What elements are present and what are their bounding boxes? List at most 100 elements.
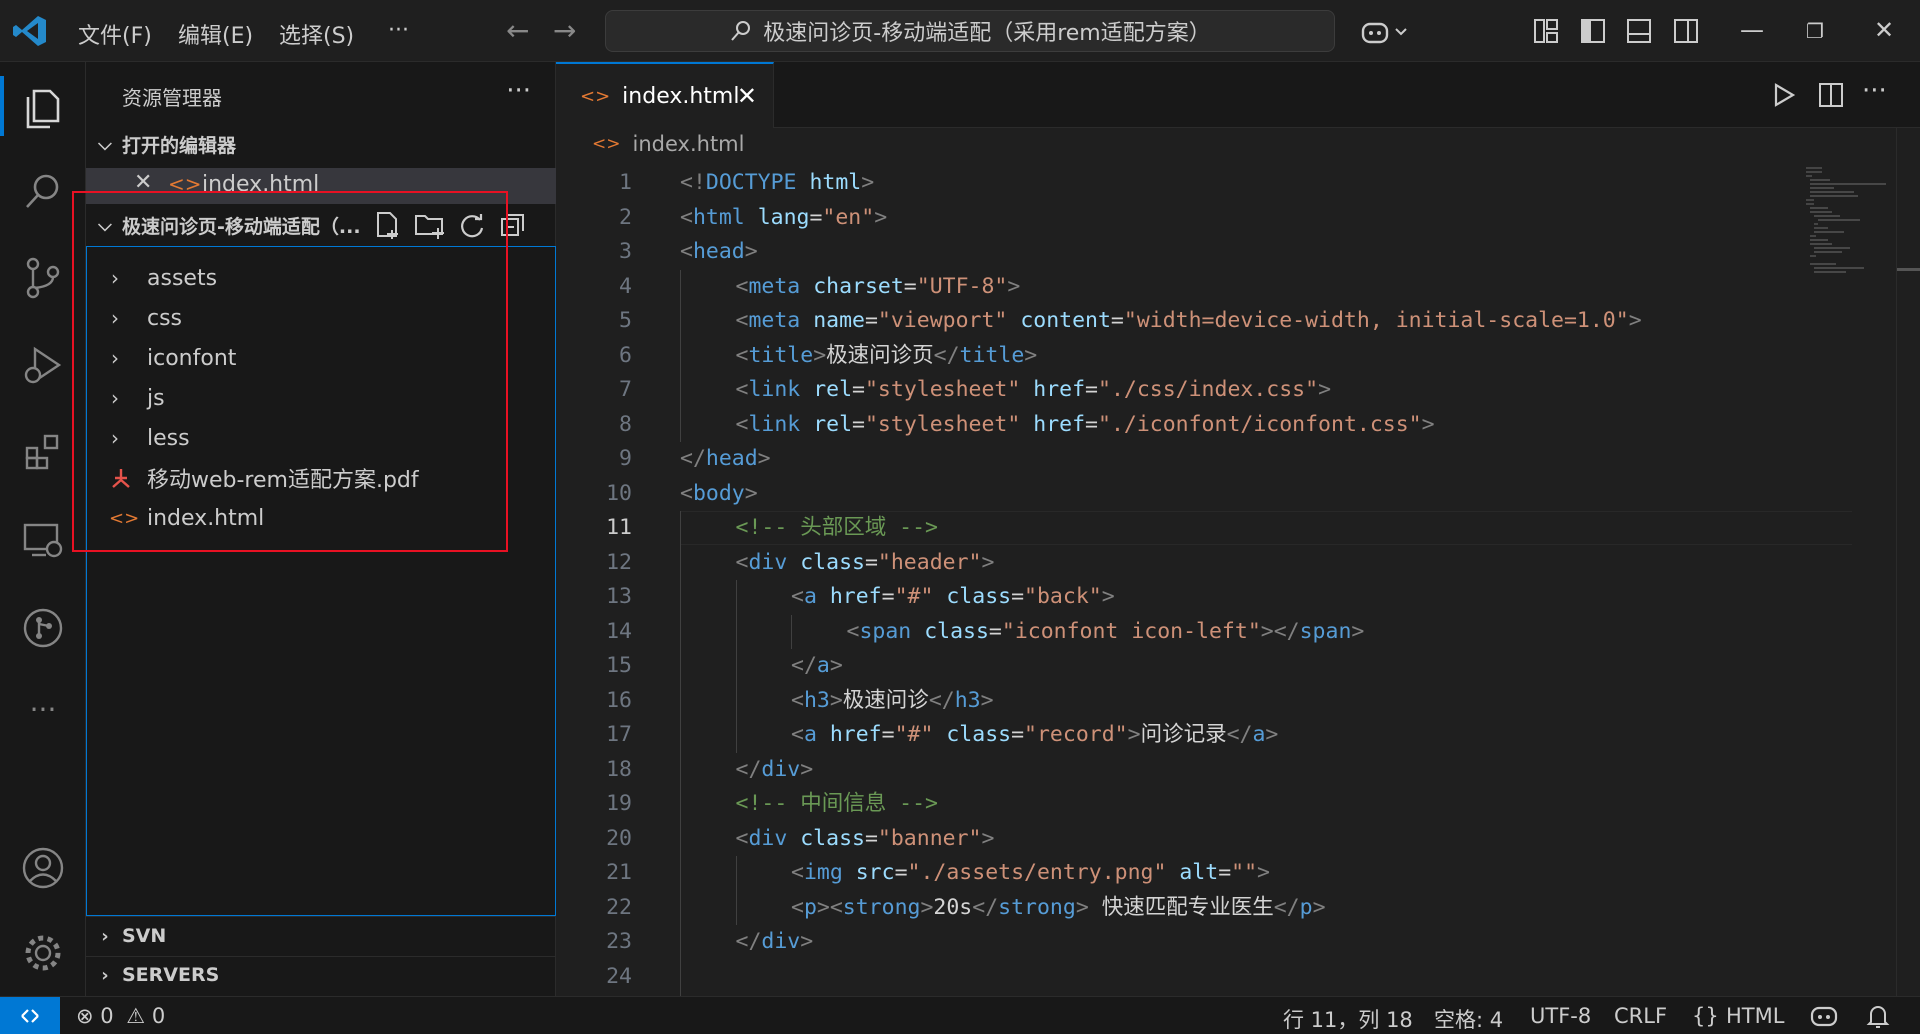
notifications-bell-icon[interactable] (1866, 1003, 1890, 1029)
editor-tabs: <> index.html ✕ ··· (556, 62, 1920, 128)
command-center-search[interactable]: 极速问诊页-移动端适配（采用rem适配方案） (605, 10, 1335, 52)
tree-folder-iconfont[interactable]: › iconfont (87, 339, 555, 377)
tree-folder-css[interactable]: › css (87, 299, 555, 337)
new-file-icon[interactable] (374, 210, 402, 240)
encoding-status[interactable]: UTF-8 (1530, 1004, 1591, 1028)
code-token: rel (813, 377, 853, 402)
code-line[interactable]: 1 <!DOCTYPE html> (556, 166, 1856, 200)
open-editor-item[interactable]: ✕ <> index.html (86, 168, 556, 204)
run-debug-icon[interactable] (18, 340, 68, 390)
code-line[interactable]: 13 <a href="#" class="back"> (556, 580, 1856, 614)
menu-selection[interactable]: 选择(S) (279, 18, 354, 50)
close-editor-icon[interactable]: ✕ (134, 170, 152, 195)
open-editors-header[interactable]: ⌵ 打开的编辑器 (94, 126, 236, 162)
eol-status[interactable]: CRLF (1614, 1004, 1667, 1028)
copilot-status-icon[interactable] (1810, 1005, 1838, 1027)
code-line[interactable]: 6 <title>极速问诊页</title> (556, 339, 1856, 373)
code-token: class (924, 618, 989, 644)
code-line[interactable]: 24 (556, 960, 1856, 994)
code-line[interactable]: 9 </head> (556, 442, 1856, 476)
svn-section-header[interactable]: › SVN (94, 918, 166, 954)
tab-index-html[interactable]: <> index.html ✕ (556, 62, 774, 128)
explorer-icon[interactable] (18, 81, 68, 131)
git-graph-icon[interactable] (18, 603, 68, 653)
toggle-secondary-sidebar-icon[interactable] (1673, 18, 1699, 44)
editor-more-actions-icon[interactable]: ··· (1862, 76, 1887, 106)
code-line[interactable]: 11 <!-- 头部区域 --> (556, 511, 1856, 545)
settings-gear-icon[interactable] (18, 928, 68, 978)
collapse-all-icon[interactable] (500, 212, 526, 238)
minimap[interactable] (1806, 164, 1896, 284)
cursor-position[interactable]: 行 11，列 18 (1283, 1004, 1413, 1034)
menu-edit[interactable]: 编辑(E) (178, 18, 253, 50)
accounts-icon[interactable] (18, 843, 68, 893)
servers-section-header[interactable]: › SERVERS (94, 957, 219, 993)
code-line[interactable]: 18 </div> (556, 753, 1856, 787)
remote-indicator[interactable] (0, 997, 60, 1034)
html-file-icon: <> (109, 507, 140, 529)
sidebar-more-actions-icon[interactable]: ··· (506, 76, 531, 106)
toggle-panel-icon[interactable] (1626, 18, 1652, 44)
code-token: a (1252, 722, 1266, 747)
menu-more[interactable]: ··· (388, 18, 409, 43)
tree-folder-less[interactable]: › less (87, 419, 555, 457)
close-window-button[interactable]: ✕ (1874, 16, 1894, 44)
code-line[interactable]: 8 <link rel="stylesheet" href="./iconfont… (556, 408, 1856, 442)
forward-arrow-icon[interactable]: → (553, 14, 576, 47)
code-token: src (855, 860, 895, 885)
code-line[interactable]: 19 <!-- 中间信息 --> (556, 787, 1856, 821)
code-text: <meta charset="UTF-8"> (736, 270, 1021, 304)
back-arrow-icon[interactable]: ← (506, 14, 529, 47)
minimize-button[interactable]: — (1740, 16, 1764, 44)
tree-file-index-html[interactable]: <> index.html (87, 499, 555, 537)
code-line[interactable]: 23 </div> (556, 925, 1856, 959)
code-text: <title>极速问诊页</title> (736, 339, 1038, 373)
code-line[interactable]: 16 <h3>极速问诊</h3> (556, 684, 1856, 718)
code-line[interactable]: 4 <meta charset="UTF-8"> (556, 270, 1856, 304)
code-line[interactable]: 2 <html lang="en"> (556, 201, 1856, 235)
remote-explorer-icon[interactable] (18, 516, 68, 566)
tree-folder-assets[interactable]: › assets (87, 259, 555, 297)
split-editor-icon[interactable] (1818, 82, 1844, 108)
code-line[interactable]: 15 </a> (556, 649, 1856, 683)
language-mode[interactable]: HTML (1726, 1004, 1784, 1028)
code-line[interactable]: 3 <head> (556, 235, 1856, 269)
code-line[interactable]: 5 <meta name="viewport" content="width=de… (556, 304, 1856, 338)
code-line[interactable]: 21 <img src="./assets/entry.png" alt=""> (556, 856, 1856, 890)
code-token: = (852, 411, 865, 437)
refresh-icon[interactable] (458, 212, 486, 240)
code-line[interactable]: 17 <a href="#" class="record">问诊记录</a> (556, 718, 1856, 752)
tree-file-pdf[interactable]: 移动web-rem适配方案.pdf (87, 459, 555, 497)
customize-layout-icon[interactable] (1533, 18, 1559, 44)
copilot-icon[interactable] (1360, 18, 1412, 46)
code-editor[interactable]: 1 <!DOCTYPE html> 2 <html lang="en"> 3 <head>… (556, 164, 1896, 996)
line-number: 20 (606, 825, 632, 851)
code-line[interactable]: 14 <span class="iconfont icon-left"></spa… (556, 615, 1856, 649)
source-control-icon[interactable] (18, 253, 68, 303)
close-tab-icon[interactable]: ✕ (737, 82, 757, 110)
code-line[interactable]: 12 <div class="header"> (556, 546, 1856, 580)
search-icon[interactable] (18, 166, 68, 216)
code-line[interactable]: 20 <div class="banner"> (556, 822, 1856, 856)
errors-status[interactable]: ⊗ 0 ⚠ 0 (76, 1004, 165, 1028)
more-views-icon[interactable]: ··· (18, 684, 68, 734)
new-folder-icon[interactable] (414, 210, 446, 240)
run-icon[interactable] (1772, 82, 1796, 108)
indentation-status[interactable]: 空格: 4 (1434, 1004, 1503, 1034)
code-token: > (829, 653, 843, 678)
code-token: html (809, 170, 862, 195)
html-file-icon: <> (592, 134, 621, 154)
extensions-icon[interactable] (18, 427, 68, 477)
code-line[interactable]: 10 <body> (556, 477, 1856, 511)
menu-file[interactable]: 文件(F) (78, 18, 152, 50)
vertical-scrollbar[interactable] (1896, 128, 1920, 996)
tree-folder-js[interactable]: › js (87, 379, 555, 417)
code-line[interactable]: 7 <link rel="stylesheet" href="./css/inde… (556, 373, 1856, 407)
code-line[interactable]: 22 <p><strong>20s</strong> 快速匹配专业医生</p> (556, 891, 1856, 925)
toggle-primary-sidebar-icon[interactable] (1580, 18, 1606, 44)
code-token: = (809, 204, 823, 230)
tree-item-label: assets (147, 265, 218, 291)
code-token: span (859, 618, 925, 644)
restore-button[interactable]: ❐ (1806, 19, 1824, 43)
breadcrumb[interactable]: <> index.html (592, 132, 744, 156)
